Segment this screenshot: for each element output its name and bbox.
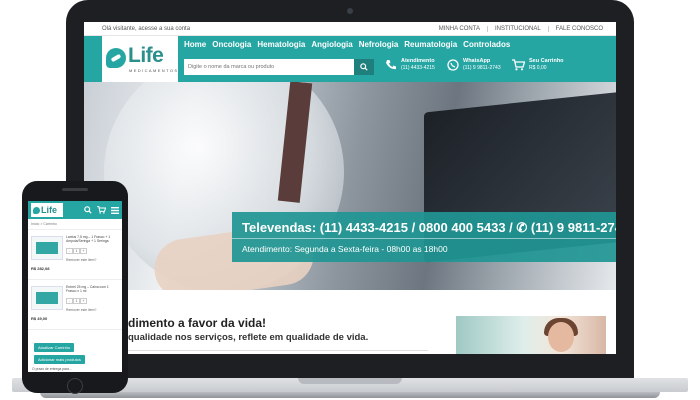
top-bar: Olá visitante, acesse a sua conta MINHA … [84, 22, 616, 36]
mobile-header: Life [28, 201, 122, 219]
search-icon [360, 63, 368, 71]
quantity-value: 1 [73, 248, 80, 254]
cart-icon [512, 59, 525, 72]
brand-tagline: MEDICAMENTOS [129, 68, 179, 73]
televendas-text: Televendas: (11) 4433-4215 / 0800 400 54… [242, 220, 616, 235]
camera-icon [347, 8, 353, 14]
search-input[interactable] [184, 59, 354, 75]
atendimento-hours: Atendimento: Segunda a Sexta-feira - 08h… [242, 244, 448, 254]
content-heading: dimento a favor da vida! [128, 316, 267, 330]
whatsapp-label: WhatsApp [463, 58, 491, 64]
televendas-banner: Televendas: (11) 4433-4215 / 0800 400 54… [232, 212, 616, 262]
product-price: R$ 282,08 [31, 266, 50, 271]
nav-reumatologia[interactable]: Reumatologia [404, 40, 457, 49]
menu-icon[interactable] [111, 206, 119, 214]
increase-button[interactable]: + [80, 248, 87, 254]
logo[interactable]: Life MEDICAMENTOS [102, 36, 178, 82]
cart-label: Seu Carrinho [529, 58, 564, 64]
nav-controlados[interactable]: Controlados [463, 40, 510, 49]
cart-total: R$ 0,00 [529, 65, 547, 71]
atendimento-phone: (11) 4433-4215 [401, 65, 435, 71]
minha-conta-link[interactable]: MINHA CONTA [432, 26, 487, 32]
phone-icon [384, 59, 397, 72]
atendimento-info[interactable]: Atendimento (11) 4433-4215 [384, 58, 435, 72]
mobile-logo[interactable]: Life [31, 203, 63, 217]
content-section: dimento a favor da vida! qualidade nos s… [84, 290, 616, 354]
mobile-header-icons [84, 206, 119, 214]
cart-info[interactable]: Seu Carrinho R$ 0,00 [512, 58, 564, 72]
cart-item: Enbrel 25 mg – Caixa com 1 Frasco x 1 ml… [28, 280, 122, 330]
cart-icon[interactable] [97, 206, 106, 214]
product-image[interactable] [31, 236, 63, 260]
content-subheading: qualidade nos serviços, reflete em quali… [128, 332, 369, 343]
home-button[interactable] [67, 378, 83, 394]
remove-link[interactable]: Remover este item? [66, 258, 96, 262]
laptop-frame: Olá visitante, acesse a sua conta MINHA … [66, 0, 634, 384]
quantity-stepper[interactable]: -1 + [66, 248, 87, 254]
product-image[interactable] [31, 286, 63, 310]
phone-frame: Life Início > Carrinho Lantus 7,5 mg – 1… [22, 181, 128, 394]
delivery-note: O prazo de entrega para... [32, 367, 72, 371]
nav-nefrologia[interactable]: Nefrologia [359, 40, 399, 49]
site-header: Life MEDICAMENTOS Home Oncologia Hematol… [84, 36, 616, 82]
whatsapp-info[interactable]: WhatsApp (11) 9 9811-2743 [446, 58, 501, 72]
welcome-link[interactable]: Olá visitante, acesse a sua conta [102, 26, 190, 32]
promo-photo-face [548, 322, 574, 352]
whatsapp-phone: (11) 9 9811-2743 [463, 65, 501, 71]
main-nav: Home Oncologia Hematologia Angiologia Ne… [184, 40, 510, 49]
content-divider [128, 350, 428, 351]
laptop-notch [298, 378, 402, 384]
laptop-foot [40, 392, 660, 398]
fale-conosco-link[interactable]: FALE CONOSCO [547, 25, 610, 32]
nav-hematologia[interactable]: Hematologia [257, 40, 305, 49]
brand-name: Life [128, 44, 164, 67]
search-icon[interactable] [84, 206, 92, 214]
atendimento-label: Atendimento [401, 58, 435, 64]
quantity-stepper[interactable]: -1 + [66, 298, 87, 304]
nav-home[interactable]: Home [184, 40, 206, 49]
remove-link[interactable]: Remover este item? [66, 308, 96, 312]
breadcrumb: Início > Carrinho [28, 219, 122, 230]
decrease-button[interactable]: - [66, 248, 73, 254]
banner-divider [232, 238, 616, 239]
search-button[interactable] [354, 59, 374, 75]
institucional-link[interactable]: INSTITUCIONAL [486, 25, 548, 32]
product-name[interactable]: Enbrel 25 mg – Caixa com 1 Frasco x 1 ml [66, 285, 118, 294]
update-cart-button[interactable]: Atualizar Carrinho [34, 343, 75, 352]
phone-speaker [62, 188, 88, 191]
decrease-button[interactable]: - [66, 298, 73, 304]
add-products-button[interactable]: Adicionar mais produtos [34, 355, 85, 364]
capsule-icon [33, 206, 40, 214]
whatsapp-icon [446, 59, 459, 72]
product-price: R$ 49,00 [31, 316, 48, 321]
search-bar [184, 59, 374, 75]
phone-screen: Life Início > Carrinho Lantus 7,5 mg – 1… [28, 201, 122, 372]
nav-angiologia[interactable]: Angiologia [311, 40, 352, 49]
increase-button[interactable]: + [80, 298, 87, 304]
mobile-brand-name: Life [41, 205, 58, 215]
quantity-value: 1 [73, 298, 80, 304]
nav-oncologia[interactable]: Oncologia [212, 40, 251, 49]
promo-image[interactable] [456, 316, 606, 354]
hero-banner: Televendas: (11) 4433-4215 / 0800 400 54… [84, 82, 616, 290]
top-links: MINHA CONTA INSTITUCIONAL FALE CONOSCO [432, 25, 610, 32]
product-name[interactable]: Lantus 7,5 mg – 1 Frasco + 1 Ampola/Seri… [66, 235, 118, 244]
laptop-screen: Olá visitante, acesse a sua conta MINHA … [84, 22, 616, 354]
cart-item: Lantus 7,5 mg – 1 Frasco + 1 Ampola/Seri… [28, 230, 122, 280]
capsule-icon [106, 48, 126, 68]
